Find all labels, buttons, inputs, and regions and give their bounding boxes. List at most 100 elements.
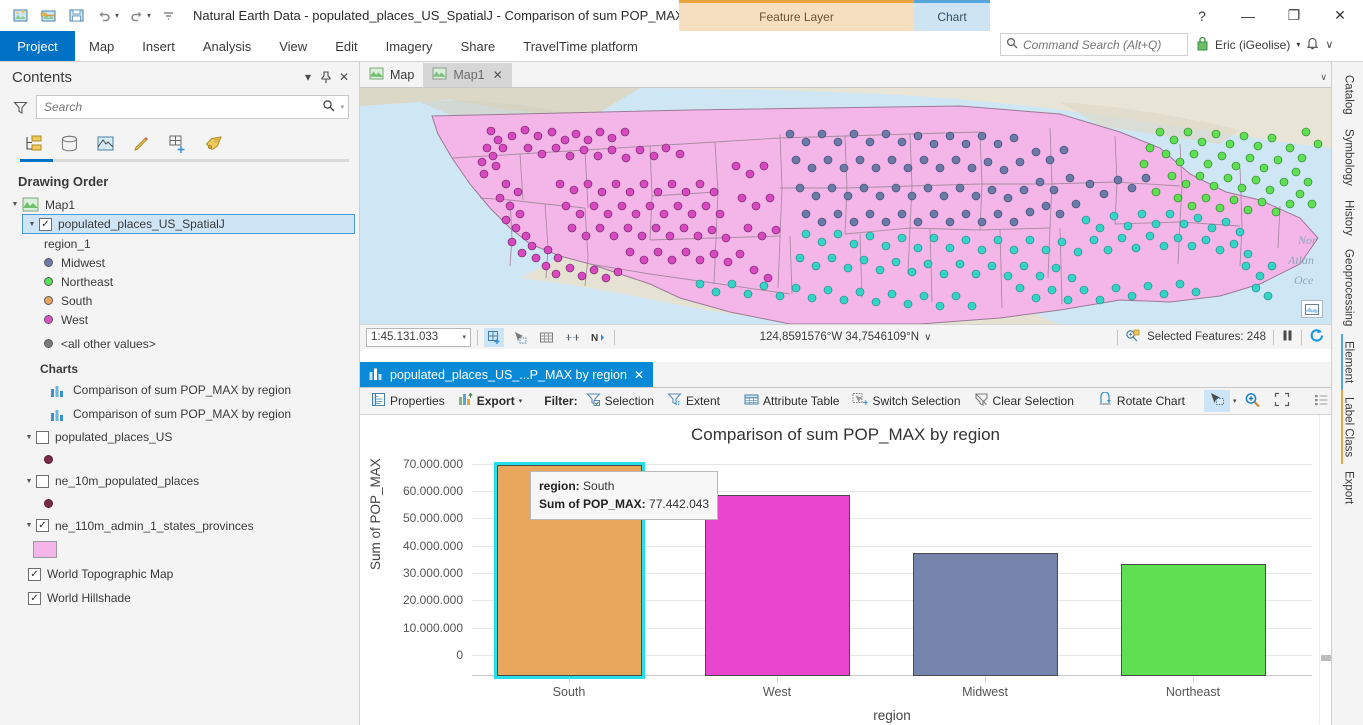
list-by-editing-icon[interactable] <box>128 131 154 157</box>
legend-item-all-other-values[interactable]: <all other values> <box>0 334 359 353</box>
tab-analysis[interactable]: Analysis <box>189 31 265 61</box>
tree-item-populated-places-us-spatialj[interactable]: ▼ ✓ populated_places_US_SpatialJ <box>22 214 355 234</box>
tree-item-world-hillshade[interactable]: ✓ World Hillshade <box>0 586 359 610</box>
list-by-drawing-order-icon[interactable] <box>20 131 46 157</box>
list-by-selection-icon[interactable] <box>92 131 118 157</box>
legend-item-northeast[interactable]: Northeast <box>0 272 359 291</box>
legend-item-west[interactable]: West <box>0 310 359 329</box>
filter-extent-button[interactable]: Extent <box>662 390 725 412</box>
minimize-button[interactable]: — <box>1225 0 1271 31</box>
map-scale-combobox[interactable]: 1:45.131.033 ▾ <box>366 328 471 347</box>
help-button[interactable]: ? <box>1179 0 1225 31</box>
tree-item-ne-110m-admin-1-states-provinces[interactable]: ▼ ✓ ne_110m_admin_1_states_provinces <box>0 514 359 537</box>
bar-northeast[interactable] <box>1121 564 1266 676</box>
bar-west[interactable] <box>705 495 850 676</box>
user-name-label[interactable]: Eric (iGeolise) <box>1215 38 1290 52</box>
clear-selection-button[interactable]: Clear Selection <box>969 390 1079 412</box>
expander-icon[interactable]: ▼ <box>22 478 36 485</box>
chart-item-2[interactable]: Comparison of sum POP_MAX by region <box>0 402 359 426</box>
select-tool-button[interactable] <box>1204 390 1230 412</box>
layer-visibility-checkbox[interactable]: ✓ <box>39 218 52 231</box>
tree-item-map1[interactable]: ▼ Map1 <box>0 195 359 214</box>
expander-icon[interactable]: ▼ <box>8 201 22 208</box>
chevron-down-icon[interactable]: ▾ <box>462 333 466 341</box>
filter-icon[interactable] <box>10 100 30 115</box>
command-search-input[interactable] <box>1023 38 1182 52</box>
chevron-down-icon[interactable]: ▾ <box>519 397 523 405</box>
list-by-data-source-icon[interactable] <box>56 131 82 157</box>
layer-visibility-checkbox[interactable] <box>36 475 49 488</box>
select-features-icon[interactable] <box>510 328 530 347</box>
chevron-down-icon[interactable]: ▾ <box>1233 397 1237 405</box>
redo-icon[interactable] <box>123 4 149 28</box>
filter-selection-button[interactable]: Selection <box>581 390 659 412</box>
refresh-icon[interactable] <box>1309 328 1325 346</box>
properties-button[interactable]: Properties <box>366 390 450 412</box>
expander-icon[interactable]: ▼ <box>22 434 36 441</box>
map-canvas[interactable]: Nor Atlan Oce <box>360 88 1331 324</box>
tree-item-world-topographic-map[interactable]: ✓ World Topographic Map <box>0 562 359 586</box>
tab-imagery[interactable]: Imagery <box>372 31 447 61</box>
layer-visibility-checkbox[interactable]: ✓ <box>36 519 49 532</box>
save-project-icon[interactable] <box>63 4 89 28</box>
pin-icon[interactable] <box>317 68 335 86</box>
rotate-chart-button[interactable]: Rotate Chart <box>1093 390 1190 412</box>
legend-item-south[interactable]: South <box>0 291 359 310</box>
maximize-button[interactable]: ❐ <box>1271 0 1317 31</box>
view-tab-map[interactable]: Map <box>360 63 423 87</box>
search-options-caret[interactable]: ▾ <box>340 103 344 111</box>
undo-icon[interactable] <box>91 4 117 28</box>
zoom-button[interactable] <box>1239 390 1266 413</box>
tab-edit[interactable]: Edit <box>321 31 371 61</box>
dock-tab-history[interactable]: History <box>1341 193 1355 243</box>
tree-item-region-1[interactable]: region_1 <box>0 234 359 253</box>
add-grid-icon[interactable] <box>484 328 504 347</box>
bar-midwest[interactable] <box>913 553 1058 676</box>
grid-icon[interactable] <box>536 328 556 347</box>
redo-dropdown-caret[interactable]: ▾ <box>147 11 151 20</box>
command-search-box[interactable] <box>1000 33 1188 56</box>
chevron-down-icon[interactable]: ∨ <box>924 332 931 343</box>
switch-selection-button[interactable]: Switch Selection <box>847 390 965 412</box>
contents-search-box[interactable]: ▾ <box>36 95 349 119</box>
list-by-labeling-icon[interactable] <box>200 131 226 157</box>
pause-drawing-icon[interactable] <box>1281 329 1294 345</box>
new-project-icon[interactable] <box>7 4 33 28</box>
ribbon-collapse-chevron[interactable]: ∨ <box>1325 38 1333 51</box>
tab-project[interactable]: Project <box>0 31 75 61</box>
legend-item-midwest[interactable]: Midwest <box>0 253 359 272</box>
dock-tab-symbology[interactable]: Symbology <box>1341 122 1355 193</box>
user-dropdown-caret[interactable]: ▾ <box>1296 40 1300 49</box>
contents-menu-caret-icon[interactable]: ▾ <box>299 68 317 86</box>
close-button[interactable]: ✕ <box>1317 0 1363 31</box>
tab-map[interactable]: Map <box>75 31 128 61</box>
customize-qat-icon[interactable] <box>155 4 181 28</box>
undo-dropdown-caret[interactable]: ▾ <box>115 11 119 20</box>
dock-tab-export[interactable]: Export <box>1341 464 1355 511</box>
view-tabs-overflow-caret[interactable]: ∨ <box>1320 72 1327 83</box>
chart-item-1[interactable]: Comparison of sum POP_MAX by region <box>0 378 359 402</box>
close-icon[interactable]: ✕ <box>493 68 503 82</box>
contents-close-icon[interactable]: ✕ <box>335 68 353 86</box>
chart-view-tab[interactable]: populated_places_US_...P_MAX by region ✕ <box>360 362 653 387</box>
expander-icon[interactable]: ▼ <box>22 522 36 529</box>
view-tab-map1[interactable]: Map1 ✕ <box>423 63 511 87</box>
tree-item-ne-10m-populated-places[interactable]: ▼ ne_10m_populated_places <box>0 470 359 492</box>
tree-item-populated-places-us[interactable]: ▼ populated_places_US <box>0 426 359 448</box>
attribute-table-button[interactable]: Attribute Table <box>739 390 845 412</box>
layer-visibility-checkbox[interactable]: ✓ <box>28 568 41 581</box>
contents-search-input[interactable] <box>44 100 322 114</box>
tab-view[interactable]: View <box>265 31 321 61</box>
chart-vertical-scrollbar[interactable] <box>1319 415 1331 724</box>
notification-bell-icon[interactable] <box>1306 36 1319 53</box>
dock-tab-geoprocessing[interactable]: Geoprocessing <box>1341 242 1355 333</box>
layer-visibility-checkbox[interactable] <box>36 431 49 444</box>
chart-canvas[interactable]: Comparison of sum POP_MAX by region Sum … <box>360 415 1331 724</box>
dock-tab-catalog[interactable]: Catalog <box>1341 68 1355 122</box>
search-icon[interactable] <box>322 99 335 115</box>
close-icon[interactable]: ✕ <box>634 368 644 382</box>
expander-icon[interactable]: ▼ <box>25 221 39 228</box>
export-button[interactable]: Export ▾ <box>453 390 528 412</box>
open-project-icon[interactable] <box>35 4 61 28</box>
north-arrow-icon[interactable]: N <box>588 328 608 347</box>
